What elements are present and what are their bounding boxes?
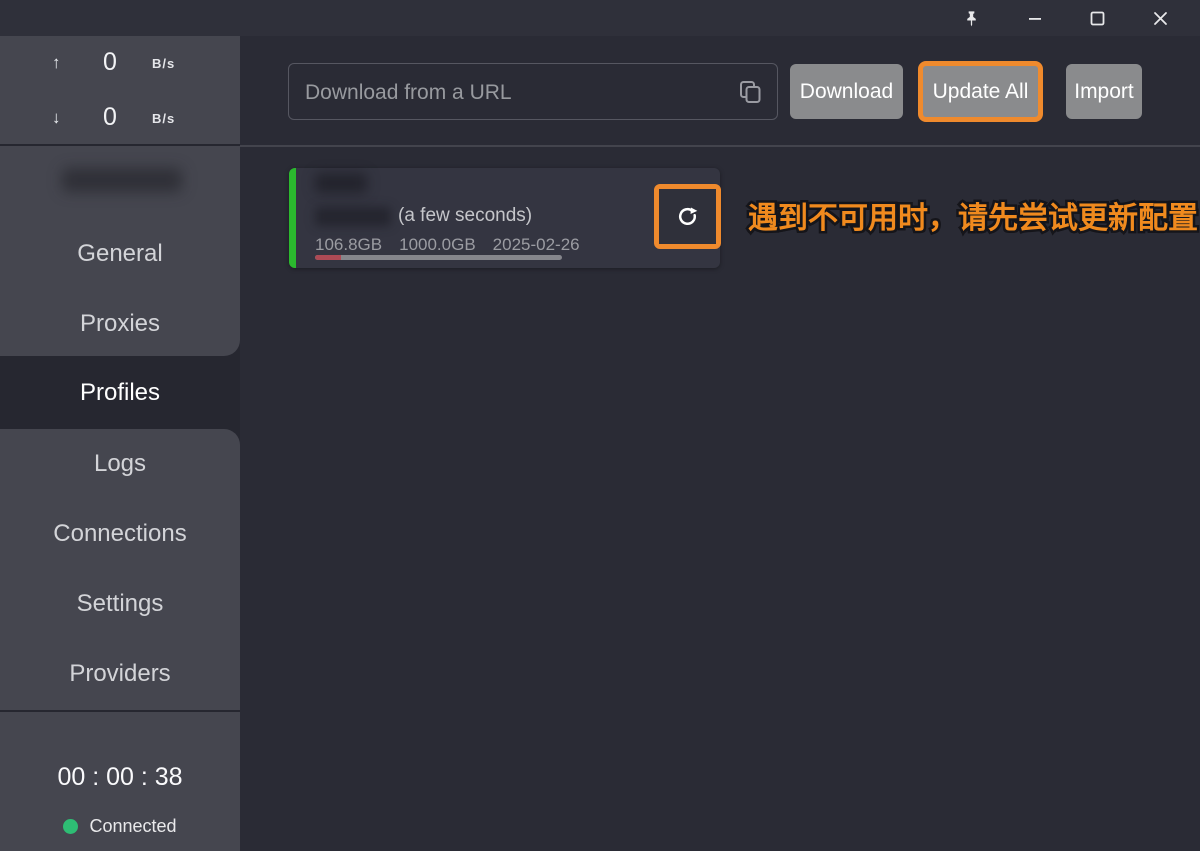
profiles-header: Download Update All Import	[240, 36, 1200, 147]
connection-status-label: Connected	[89, 816, 176, 837]
uptime-timer: 00 : 00 : 38	[0, 763, 240, 792]
download-speed-row: ↓ 0 B/s	[0, 105, 240, 133]
profile-used: 106.8GB	[315, 235, 382, 255]
paste-icon[interactable]	[737, 79, 763, 105]
profile-updated-ago: (a few seconds)	[398, 205, 532, 227]
usage-progress-fill	[315, 255, 341, 260]
sidebar-item-label: General	[77, 240, 162, 268]
sidebar-item-label: Connections	[53, 520, 186, 548]
sidebar-item-label: Settings	[77, 590, 164, 618]
download-speed-value: 0	[80, 103, 140, 132]
pin-icon[interactable]	[940, 0, 1003, 36]
sidebar-item-providers[interactable]: Providers	[0, 639, 240, 709]
maximize-icon[interactable]	[1066, 0, 1129, 36]
sidebar-item-general[interactable]: General	[0, 219, 240, 289]
profile-active-bar	[289, 168, 296, 268]
download-speed-unit: B/s	[152, 111, 175, 126]
main-content: Download Update All Import (a few second…	[240, 36, 1200, 851]
traffic-panel: ↑ 0 B/s ↓ 0 B/s	[0, 36, 240, 144]
refresh-icon	[675, 204, 700, 229]
update-highlight-frame	[654, 184, 721, 249]
update-all-button[interactable]: Update All	[918, 61, 1043, 122]
close-icon[interactable]	[1129, 0, 1192, 36]
usage-progress-bar	[315, 255, 562, 260]
connection-status: Connected	[0, 816, 240, 837]
redacted-sidebar-text	[62, 168, 182, 192]
download-button[interactable]: Download	[790, 64, 903, 119]
sidebar-item-profiles[interactable]: Profiles	[0, 356, 240, 429]
url-input[interactable]	[303, 64, 727, 121]
sidebar-item-logs[interactable]: Logs	[0, 429, 240, 499]
redacted-profile-title	[315, 173, 367, 193]
upload-speed-value: 0	[80, 48, 140, 77]
sidebar-footer: 00 : 00 : 38 Connected	[0, 712, 240, 851]
up-arrow-icon: ↑	[52, 53, 61, 73]
sidebar-item-label: Profiles	[80, 379, 160, 407]
profile-stats-row: 106.8GB 1000.0GB 2025-02-26	[315, 235, 580, 255]
import-button[interactable]: Import	[1066, 64, 1142, 119]
sidebar-item-label: Proxies	[80, 310, 160, 338]
sidebar-item-label: Logs	[94, 450, 146, 478]
redacted-profile-name	[315, 207, 391, 226]
sidebar-item-connections[interactable]: Connections	[0, 499, 240, 569]
sidebar-item-settings[interactable]: Settings	[0, 569, 240, 639]
url-input-box	[288, 63, 778, 120]
connected-dot-icon	[63, 819, 78, 834]
down-arrow-icon: ↓	[52, 108, 61, 128]
profile-total: 1000.0GB	[399, 235, 476, 255]
profile-expire-date: 2025-02-26	[493, 235, 580, 255]
upload-speed-row: ↑ 0 B/s	[0, 50, 240, 78]
sidebar: ↑ 0 B/s ↓ 0 B/s 00 : 00 : 38 Connected G…	[0, 36, 240, 851]
window-controls	[940, 0, 1192, 36]
upload-speed-unit: B/s	[152, 56, 175, 71]
sidebar-item-proxies[interactable]: Proxies	[0, 289, 240, 359]
title-bar	[0, 0, 1200, 36]
refresh-profile-button[interactable]	[659, 189, 716, 244]
tutorial-annotation: 遇到不可用时，请先尝试更新配置	[748, 199, 1200, 239]
sidebar-item-label: Providers	[69, 660, 170, 688]
minimize-icon[interactable]	[1003, 0, 1066, 36]
